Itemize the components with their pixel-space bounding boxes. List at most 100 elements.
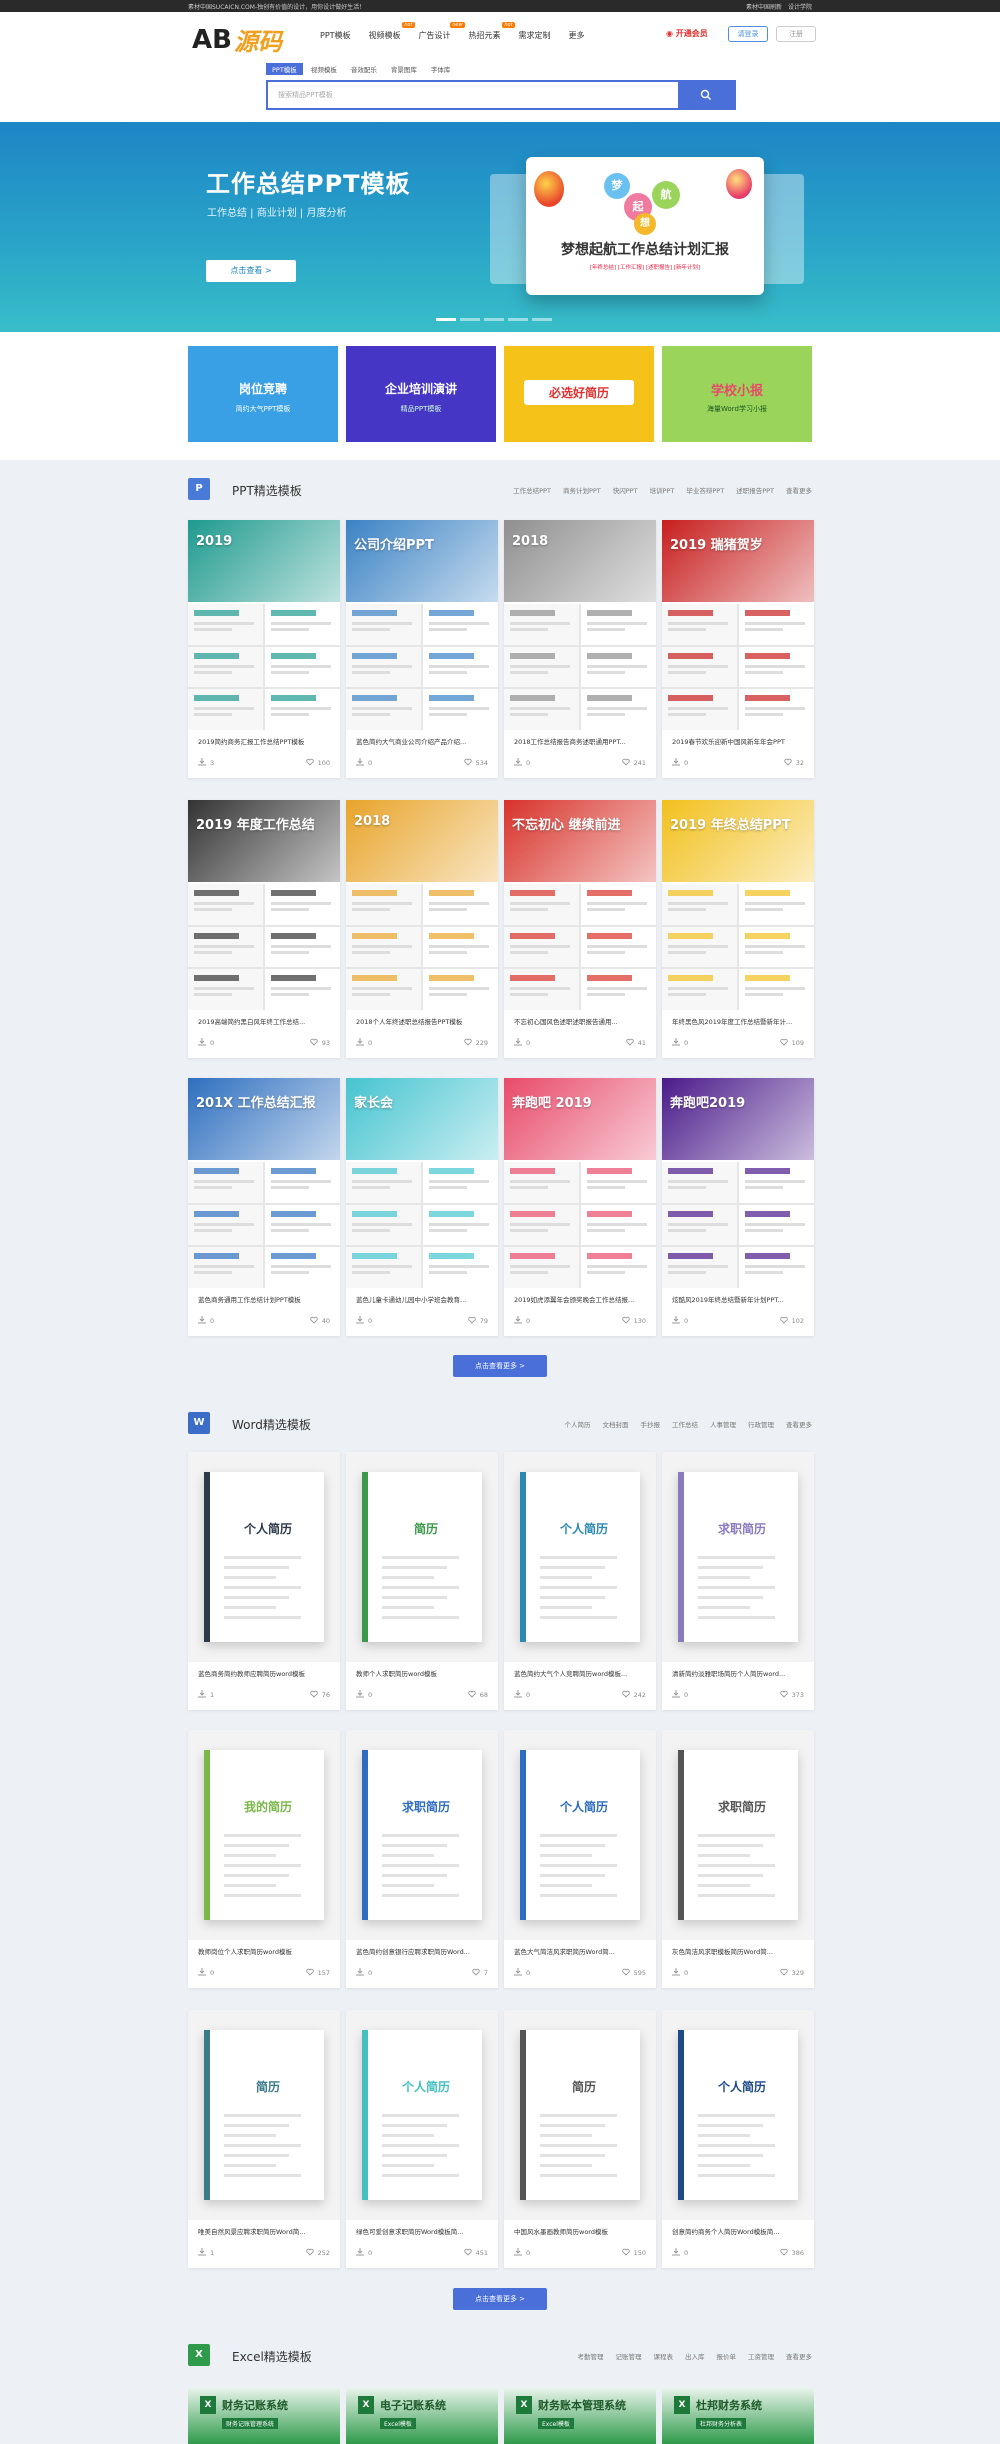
ppt-cat-link[interactable]: 述职报告PPT bbox=[736, 485, 774, 495]
ppt-view-more-link[interactable]: 查看更多 bbox=[786, 485, 812, 495]
word-template-card[interactable]: 求职简历 蓝色简约创意银行应聘求职简历Word... 0 7 bbox=[346, 1730, 498, 1988]
word-cat-link[interactable]: 人事管理 bbox=[710, 1419, 736, 1429]
banner-dot[interactable] bbox=[484, 318, 504, 321]
nav-hot[interactable]: 热招元素 hot bbox=[469, 22, 515, 41]
banner-dot[interactable] bbox=[532, 318, 552, 321]
ppt-template-card[interactable]: 2019 年度工作总结 2019高端简约黑白风年终工作总结... 0 93 bbox=[188, 800, 340, 1058]
banner-view-button[interactable]: 点击查看 > bbox=[206, 260, 296, 282]
like-count[interactable]: 109 bbox=[779, 1038, 804, 1048]
word-template-card[interactable]: 求职简历 清新简约淡雅职场简历个人简历word... 0 373 bbox=[662, 1452, 814, 1710]
word-template-card[interactable]: 个人简历 蓝色商务简约教师应聘简历word模板 1 76 bbox=[188, 1452, 340, 1710]
hero-banner[interactable]: 工作总结PPT模板 工作总结 | 商业计划 | 月度分析 点击查看 > 梦 起 … bbox=[0, 122, 1000, 332]
ppt-template-card[interactable]: 2018 2018工作总结报告商务述职通用PPT... 0 241 bbox=[504, 520, 656, 778]
excel-template-card[interactable]: X 电子记账系统 Excel模板 bbox=[346, 2388, 498, 2444]
excel-cat-link[interactable]: 课程表 bbox=[654, 2351, 674, 2361]
ppt-cat-link[interactable]: 商务计划PPT bbox=[563, 485, 601, 495]
ppt-template-card[interactable]: 家长会 蓝色儿童卡通幼儿园中小学班会教育... 0 79 bbox=[346, 1078, 498, 1336]
excel-template-card[interactable]: X 财务账本管理系统 Excel模板 bbox=[504, 2388, 656, 2444]
like-count[interactable]: 373 bbox=[779, 1690, 804, 1700]
like-count[interactable]: 76 bbox=[309, 1690, 330, 1700]
excel-cat-link[interactable]: 出入库 bbox=[685, 2351, 705, 2361]
banner-dot[interactable] bbox=[508, 318, 528, 321]
word-cat-link[interactable]: 文档封面 bbox=[603, 1419, 629, 1429]
nav-video[interactable]: 视频模板 hot bbox=[369, 22, 415, 41]
like-count[interactable]: 329 bbox=[779, 1968, 804, 1978]
vip-link[interactable]: ◉ 开通会员 bbox=[666, 28, 708, 39]
word-cat-link[interactable]: 行政管理 bbox=[748, 1419, 774, 1429]
like-count[interactable]: 102 bbox=[779, 1316, 804, 1326]
like-count[interactable]: 68 bbox=[467, 1690, 488, 1700]
word-template-card[interactable]: 个人简历 创意简约商务个人简历Word模板简... 0 386 bbox=[662, 2010, 814, 2268]
like-count[interactable]: 157 bbox=[305, 1968, 330, 1978]
search-tab-bg[interactable]: 背景图库 bbox=[385, 63, 423, 75]
ppt-cat-link[interactable]: 工作总结PPT bbox=[513, 485, 551, 495]
search-tab-font[interactable]: 字体库 bbox=[425, 63, 457, 75]
word-template-card[interactable]: 我的简历 教师岗位个人求职简历word模板 0 157 bbox=[188, 1730, 340, 1988]
ppt-template-card[interactable]: 2019 瑞猪贺岁 2019春节欢乐迎新中国风新年年会PPT 0 32 bbox=[662, 520, 814, 778]
word-template-card[interactable]: 个人简历 绿色可爱创意求职简历Word模板简... 0 451 bbox=[346, 2010, 498, 2268]
ppt-template-card[interactable]: 奔跑吧2019 炫酷风2019年终总结暨新年计划PPT... 0 102 bbox=[662, 1078, 814, 1336]
banner-dot[interactable] bbox=[436, 318, 456, 321]
word-cat-link[interactable]: 个人简历 bbox=[565, 1419, 591, 1429]
excel-cat-link[interactable]: 工资管理 bbox=[748, 2351, 774, 2361]
search-tab-video[interactable]: 视频模板 bbox=[305, 63, 343, 75]
word-cat-link[interactable]: 工作总结 bbox=[672, 1419, 698, 1429]
ppt-template-card[interactable]: 201X 工作总结汇报 蓝色商务通用工作总结计划PPT模板 0 40 bbox=[188, 1078, 340, 1336]
like-count[interactable]: 451 bbox=[463, 2248, 488, 2258]
register-button[interactable]: 注册 bbox=[776, 26, 816, 42]
excel-cat-link[interactable]: 报价单 bbox=[717, 2351, 737, 2361]
excel-cat-link[interactable]: 记账管理 bbox=[616, 2351, 642, 2361]
ppt-cat-link[interactable]: 培训PPT bbox=[650, 485, 675, 495]
like-count[interactable]: 79 bbox=[467, 1316, 488, 1326]
ppt-template-card[interactable]: 2019 2019简约商务汇报工作总结PPT模板 3 100 bbox=[188, 520, 340, 778]
ppt-template-card[interactable]: 奔跑吧 2019 2019如虎添翼年会颁奖晚会工作总结报... 0 130 bbox=[504, 1078, 656, 1336]
ppt-template-card[interactable]: 2018 2018个人年终述职总结报告PPT模板 0 229 bbox=[346, 800, 498, 1058]
search-tab-ppt[interactable]: PPT模板 bbox=[266, 63, 303, 75]
word-template-card[interactable]: 简历 教师个人求职简历word模板 0 68 bbox=[346, 1452, 498, 1710]
like-count[interactable]: 252 bbox=[305, 2248, 330, 2258]
word-cat-link[interactable]: 手抄报 bbox=[641, 1419, 661, 1429]
like-count[interactable]: 229 bbox=[463, 1038, 488, 1048]
like-count[interactable]: 241 bbox=[621, 758, 646, 768]
banner-dot[interactable] bbox=[460, 318, 480, 321]
word-template-card[interactable]: 简历 唯美自然风景应聘求职简历Word简... 1 252 bbox=[188, 2010, 340, 2268]
search-tab-audio[interactable]: 音效配乐 bbox=[345, 63, 383, 75]
search-input[interactable]: 搜索精品PPT模板 bbox=[278, 90, 333, 100]
like-count[interactable]: 130 bbox=[621, 1316, 646, 1326]
word-template-card[interactable]: 个人简历 蓝色简约大气个人竞聘简历word模板... 0 242 bbox=[504, 1452, 656, 1710]
nav-ad[interactable]: 广告设计 new bbox=[419, 22, 465, 41]
ppt-cat-link[interactable]: 毕业答辩PPT bbox=[686, 485, 724, 495]
like-count[interactable]: 7 bbox=[472, 1968, 488, 1978]
like-count[interactable]: 100 bbox=[305, 758, 330, 768]
ppt-template-card[interactable]: 不忘初心 继续前进 不忘初心国风色述职述职报告通用... 0 41 bbox=[504, 800, 656, 1058]
word-template-card[interactable]: 简历 中国风水墨画教师简历word模板 0 150 bbox=[504, 2010, 656, 2268]
promo-card[interactable]: 必选好简历 bbox=[504, 346, 654, 442]
ppt-cat-link[interactable]: 快闪PPT bbox=[613, 485, 638, 495]
login-button[interactable]: 请登录 bbox=[728, 26, 768, 42]
word-template-card[interactable]: 个人简历 蓝色大气简洁风求职简历Word简... 0 595 bbox=[504, 1730, 656, 1988]
like-count[interactable]: 534 bbox=[463, 758, 488, 768]
like-count[interactable]: 150 bbox=[621, 2248, 646, 2258]
promo-card[interactable]: 学校小报 海量Word学习小报 bbox=[662, 346, 812, 442]
excel-template-card[interactable]: X 杜邦财务系统 杜邦财务分析表 bbox=[662, 2388, 814, 2444]
site-logo[interactable]: AB 源码 bbox=[192, 22, 282, 57]
nav-more[interactable]: 更多 bbox=[569, 30, 585, 41]
word-view-more-link[interactable]: 查看更多 bbox=[786, 1419, 812, 1429]
ppt-template-card[interactable]: 公司介绍PPT 蓝色简约大气商业公司介绍产品介绍... 0 534 bbox=[346, 520, 498, 778]
word-more-button[interactable]: 点击查看更多 > bbox=[453, 2288, 547, 2310]
like-count[interactable]: 386 bbox=[779, 2248, 804, 2258]
like-count[interactable]: 595 bbox=[621, 1968, 646, 1978]
word-template-card[interactable]: 求职简历 灰色简洁风求职模板简历Word简... 0 329 bbox=[662, 1730, 814, 1988]
nav-custom[interactable]: 需求定制 bbox=[519, 30, 551, 41]
ppt-more-button[interactable]: 点击查看更多 > bbox=[453, 1355, 547, 1377]
nav-ppt[interactable]: PPT模板 bbox=[320, 30, 351, 41]
like-count[interactable]: 242 bbox=[621, 1690, 646, 1700]
like-count[interactable]: 93 bbox=[309, 1038, 330, 1048]
ppt-template-card[interactable]: 2019 年终总结PPT 年终黑色风2019年度工作总结暨新年计... 0 109 bbox=[662, 800, 814, 1058]
promo-card[interactable]: 岗位竞聘 简约大气PPT模板 bbox=[188, 346, 338, 442]
excel-view-more-link[interactable]: 查看更多 bbox=[786, 2351, 812, 2361]
excel-template-card[interactable]: X 财务记账系统 财务记账管理系统 bbox=[188, 2388, 340, 2444]
like-count[interactable]: 40 bbox=[309, 1316, 330, 1326]
top-link-refresh[interactable]: 素材中国刷新 bbox=[746, 2, 782, 11]
like-count[interactable]: 41 bbox=[625, 1038, 646, 1048]
